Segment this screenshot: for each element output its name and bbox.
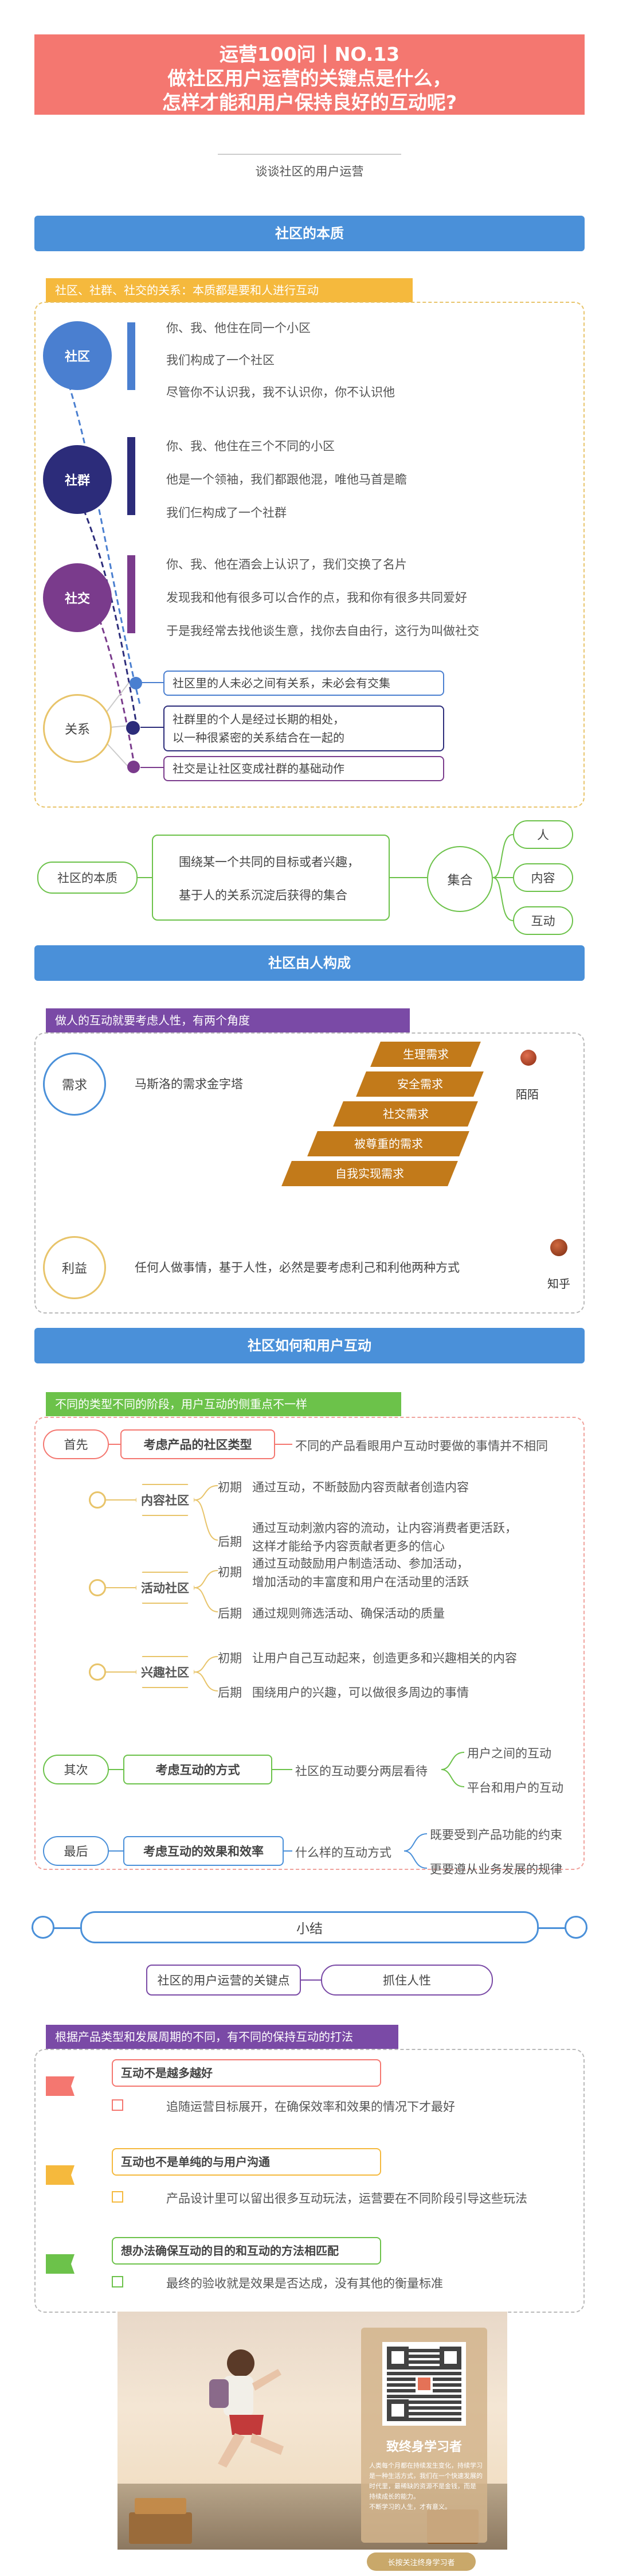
- last-item-1: 既要受到产品功能的约束: [430, 1828, 562, 1842]
- summary-title: 小结: [80, 1911, 539, 1943]
- summary-flag-1-icon: [46, 2076, 75, 2096]
- interest-late-label: 后期: [218, 1686, 242, 1700]
- interest-ring: [89, 1663, 106, 1681]
- qr-line-2: 是一种生活方式，我们在一个快速发展的: [369, 2472, 483, 2480]
- interest-community-label: 兴趣社区: [135, 1656, 195, 1688]
- activity-late-label: 后期: [218, 1607, 242, 1620]
- summary-point-1-desc: 追随运营目标展开，在确保效率和效果的情况下才最好: [166, 2100, 455, 2114]
- qr-line-1: 人类每个月都在持续发生变化，持续学习: [369, 2462, 483, 2469]
- activity-early-text: 通过互动鼓励用户制造活动、参加活动， 增加活动的丰富度和用户在活动里的活跃: [252, 1557, 469, 1589]
- second-topic: 考虑互动的方式: [123, 1755, 272, 1784]
- summary-flag-3-icon: [46, 2254, 75, 2274]
- content-early-text: 通过互动，不断鼓励内容贡献者创造内容: [252, 1480, 469, 1494]
- summary-point-3-title-text: 想办法确保互动的目的和互动的方法相匹配: [121, 2244, 339, 2258]
- summary-box: [34, 2049, 585, 2313]
- activity-late-text: 通过规则筛选活动、确保活动的质量: [252, 1607, 445, 1620]
- qr-code-icon[interactable]: [382, 2342, 466, 2426]
- summary-right-dot: [565, 1916, 587, 1939]
- summary-tag: 根据产品类型和发展周期的不同，有不同的保持互动的打法: [46, 2025, 398, 2049]
- summary-key-left: 社区的用户运营的关键点: [146, 1965, 301, 1996]
- footer-image: 致终身学习者 人类每个月都在持续发生变化，持续学习 是一种生活方式，我们在一个快…: [117, 2312, 507, 2550]
- first-topic: 考虑产品的社区类型: [120, 1429, 275, 1459]
- qr-title: 致终身学习者: [386, 2440, 462, 2454]
- summary-left-dot: [32, 1916, 54, 1939]
- second-item-1: 用户之间的互动: [467, 1747, 551, 1760]
- summary-point-1-checkbox: [112, 2099, 123, 2111]
- activity-ring: [89, 1579, 106, 1596]
- last-item-2: 更要遵从业务发展的规律: [430, 1862, 562, 1876]
- summary-point-2-desc: 产品设计里可以留出很多互动玩法，运营要在不同阶段引导这些玩法: [166, 2192, 527, 2205]
- qr-line-5: 不断学习的人生，才有意义。: [369, 2503, 451, 2511]
- summary-point-2-title: 互动也不是单纯的与用户沟通: [112, 2148, 381, 2176]
- interest-early-label: 初期: [218, 1651, 242, 1665]
- qr-line-4: 持续成长的能力。: [369, 2493, 420, 2500]
- content-late-text: 通过互动刺激内容的流动，让内容消费者更活跃， 这样才能给予内容贡献者更多的信心: [252, 1521, 517, 1553]
- second-item-2: 平台和用户的互动: [467, 1781, 563, 1795]
- first-result: 不同的产品看眼用户互动时要做的事情并不相同: [295, 1439, 548, 1453]
- content-ring: [89, 1491, 106, 1509]
- content-community-label: 内容社区: [135, 1484, 195, 1516]
- summary-key-right: 抓住人性: [321, 1965, 493, 1996]
- first-label: 首先: [43, 1429, 109, 1459]
- interest-late-text: 围绕用户的兴趣，可以做很多周边的事情: [252, 1686, 469, 1700]
- content-early-label: 初期: [218, 1480, 242, 1494]
- follow-button[interactable]: 长按关注终身学习者: [367, 2552, 476, 2571]
- activity-early-label: 初期: [218, 1565, 242, 1579]
- qr-card: 致终身学习者 人类每个月都在持续发生变化，持续学习 是一种生活方式，我们在一个快…: [361, 2328, 487, 2543]
- last-desc: 什么样的互动方式: [295, 1846, 391, 1860]
- summary-point-3-checkbox: [112, 2276, 123, 2287]
- interest-early-text: 让用户自己互动起来，创造更多和兴趣相关的内容: [252, 1651, 517, 1665]
- last-label: 最后: [43, 1836, 109, 1866]
- second-desc: 社区的互动要分两层看待: [295, 1764, 428, 1778]
- qr-line-3: 时代里，最稀缺的资源不是金钱，而是: [369, 2483, 476, 2490]
- second-label: 其次: [43, 1755, 109, 1784]
- summary-point-2-checkbox: [112, 2191, 123, 2203]
- summary-point-1-title: 互动不是越多越好: [112, 2059, 381, 2087]
- summary-flag-2-icon: [46, 2165, 75, 2185]
- summary-point-1-title-text: 互动不是越多越好: [121, 2066, 213, 2080]
- summary-point-3-desc: 最终的验收就是效果是否达成，没有其他的衡量标准: [166, 2277, 443, 2290]
- summary-point-2-title-text: 互动也不是单纯的与用户沟通: [121, 2155, 270, 2169]
- last-topic: 考虑互动的效果和效率: [123, 1836, 284, 1866]
- content-late-label: 后期: [218, 1535, 242, 1549]
- activity-community-label: 活动社区: [135, 1572, 195, 1604]
- summary-point-3-title: 想办法确保互动的目的和互动的方法相匹配: [112, 2237, 381, 2265]
